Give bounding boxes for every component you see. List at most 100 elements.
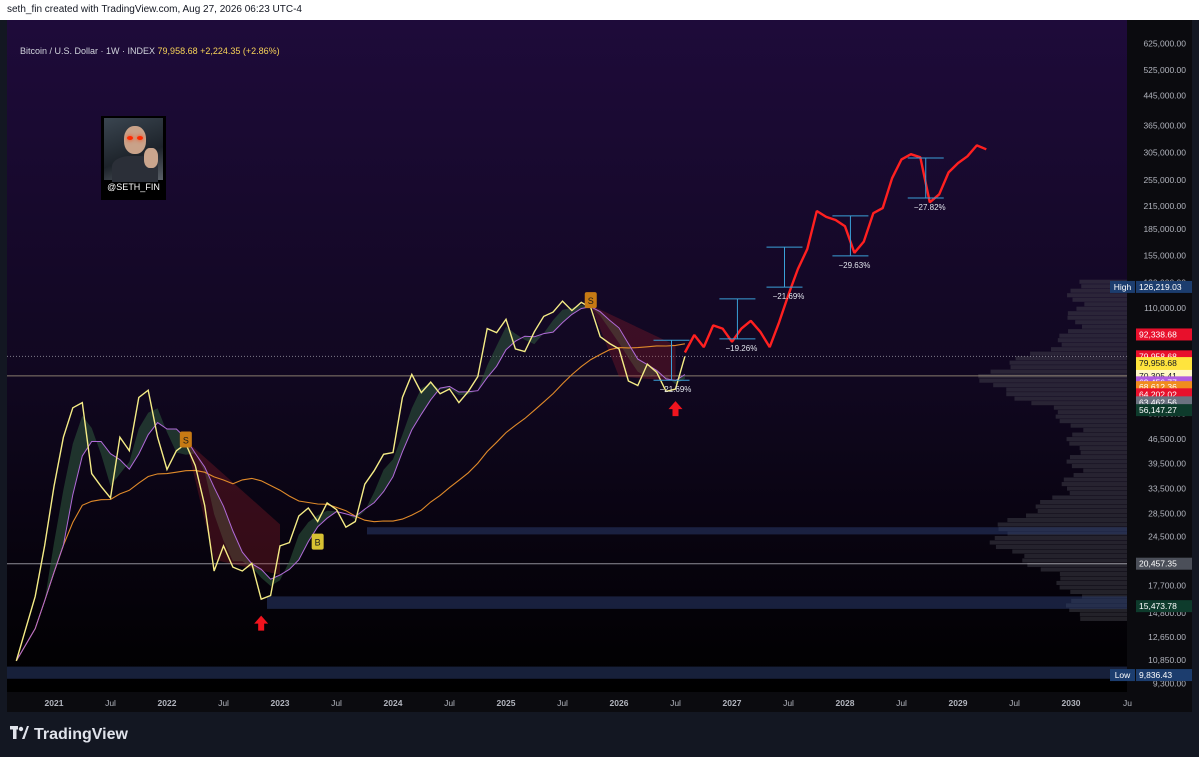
volume-bar [1040,567,1127,572]
volume-bar [1030,351,1127,356]
y-tick-label: 305,000.00 [1143,148,1186,158]
volume-bar [1079,446,1127,451]
volume-bar [1061,482,1127,487]
volume-bar [1009,360,1127,365]
y-tick-label: 185,000.00 [1143,224,1186,234]
volume-bar [1067,293,1127,298]
price-change: +2,224.35 (+2.86%) [200,46,280,56]
chart-frame[interactable]: S B S −21.69% −19.26% −21.69% −29.63% −27.82% 6… [7,20,1192,712]
price-label-text: 126,219.03 [1139,282,1182,292]
price-label: 9,836.43 Low [1110,669,1192,682]
attribution-text: seth_fin created with TradingView.com, A… [7,4,302,15]
footer [0,712,1199,757]
volume-bar [1060,576,1127,581]
drawdown-label: −21.69% [773,292,805,301]
x-tick-label: Ju [1123,698,1132,708]
volume-bar [1072,297,1127,302]
drawdown-label: −21.69% [660,385,692,394]
price-label: 15,473.78 [1136,600,1192,613]
price-label: 126,219.03 High [1110,280,1192,293]
volume-bar [1079,612,1127,617]
x-tick-label: 2029 [949,698,968,708]
volume-bar [1080,616,1127,621]
y-tick-label: 17,700.00 [1148,581,1186,591]
price-label-text: 20,457.35 [1139,559,1177,569]
volume-bar [1014,396,1127,401]
volume-bar [994,535,1127,541]
y-tick-label: 255,000.00 [1143,175,1186,185]
volume-bar [1080,450,1127,455]
price-label-text: 92,338.68 [1139,329,1177,339]
volume-bar [1069,441,1127,446]
volume-bar [1084,302,1127,307]
sell-signal-badge: S [584,292,597,309]
volume-bar [1053,405,1127,410]
volume-bar [1072,432,1127,437]
volume-bar [1070,589,1127,595]
x-tick-label: 2025 [497,698,516,708]
price-chart[interactable]: S B S −21.69% −19.26% −21.69% −29.63% −27.82% 6… [7,20,1192,712]
price-label: 20,457.35 [1136,557,1192,570]
tradingview-icon [10,726,29,739]
x-tick-label: 2030 [1062,698,1081,708]
volume-bar [1024,553,1127,559]
volume-bar [1067,311,1127,316]
y-tick-label: 12,650.00 [1148,632,1186,642]
volume-bar [1006,392,1127,397]
volume-bar [1026,513,1127,518]
volume-bar [1069,491,1127,496]
signal-badge-text: S [588,296,594,306]
volume-bar [1055,414,1127,419]
volume-bar [1059,419,1127,424]
signal-badge-text: B [315,538,321,548]
price-label-tag: High [1114,282,1132,292]
volume-bar [1040,499,1127,505]
brand-name: TradingView [34,726,128,743]
y-tick-label: 445,000.00 [1143,90,1186,100]
y-tick-label: 110,000.00 [1144,303,1186,313]
drawdown-label: −29.63% [839,261,871,270]
tradingview-logo[interactable]: TradingView [10,726,128,744]
x-tick-label: 2028 [836,698,855,708]
y-tick-label: 625,000.00 [1143,39,1186,49]
last-price: 79,958.68 [157,46,198,56]
volume-bar [993,383,1127,388]
x-tick-label: 2026 [610,698,629,708]
volume-bar [1057,338,1127,343]
volume-bar [1071,464,1127,469]
x-tick-label: 2027 [723,698,742,708]
x-tick-label: 2022 [158,698,177,708]
sell-signal-badge: S [179,431,192,448]
price-label: 92,338.68 [1136,328,1192,341]
avatar-photo [104,118,163,182]
volume-bar [1057,410,1127,415]
volume-bar [1067,315,1127,320]
symbol-name: Bitcoin / U.S. Dollar · 1W · INDEX [20,46,156,56]
volume-bar [1007,517,1127,523]
volume-bar [1031,401,1127,406]
x-tick-label: Jul [218,698,229,708]
volume-bar [1037,508,1127,514]
volume-bar [990,369,1127,374]
volume-bar [1059,333,1127,338]
volume-bar [1061,342,1127,347]
x-tick-label: Jul [896,698,907,708]
volume-bar [1083,468,1127,473]
price-label: 56,147.27 [1136,404,1192,417]
x-tick-label: Jul [557,698,568,708]
y-tick-label: 365,000.00 [1143,120,1186,130]
volume-bar [1022,558,1127,563]
volume-bar [979,378,1127,383]
volume-bar [1056,580,1127,586]
x-tick-label: Jul [444,698,455,708]
volume-bar [1068,329,1127,334]
y-tick-label: 39,500.00 [1148,459,1186,469]
volume-bar [1066,437,1127,442]
price-label-text: 79,958.68 [1139,358,1177,368]
volume-bar [1015,356,1127,361]
price-label-text: 9,836.43 [1139,670,1172,680]
volume-bar [1006,387,1127,392]
price-label-tag: Low [1115,670,1131,680]
volume-bar [1066,486,1127,491]
volume-bar [1073,473,1127,478]
